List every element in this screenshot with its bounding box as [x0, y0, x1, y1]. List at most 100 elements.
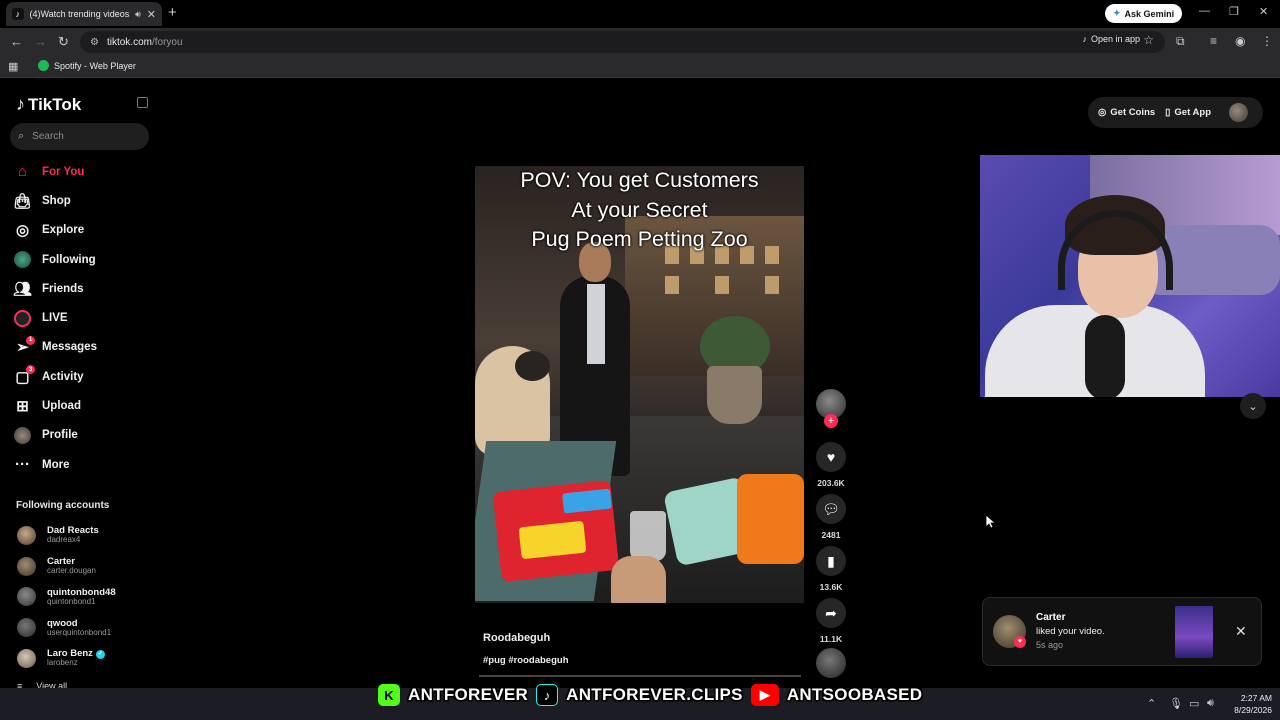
next-video-avatar[interactable] — [816, 648, 846, 678]
video-hashtags[interactable]: #pug #roodabeguh — [483, 655, 569, 666]
send-icon: ➢ 1 — [14, 335, 35, 356]
get-coins-button[interactable]: ◎ Get Coins — [1098, 107, 1155, 118]
extensions-icon[interactable]: ⧉ — [1176, 34, 1185, 49]
sidebar-item-label: Following — [42, 253, 96, 266]
share-action: ➦ 11.1K — [816, 598, 846, 644]
sidebar-item-label: LIVE — [42, 312, 68, 325]
search-box[interactable]: ⌕ — [10, 123, 149, 150]
like-notification[interactable]: ♥ Carter liked your video. 5s ago ✕ — [982, 597, 1262, 666]
kick-icon: K — [378, 684, 400, 706]
avatar — [17, 587, 36, 607]
notification-message: liked your video. — [1036, 626, 1105, 637]
user-avatar[interactable] — [1229, 103, 1248, 122]
sidebar-item-profile[interactable]: Profile — [14, 421, 154, 450]
sidebar-item-messages[interactable]: ➢ 1 Messages — [14, 333, 154, 362]
video-scene-hand — [611, 556, 666, 603]
sidebar-item-for-you[interactable]: ⌂ For You — [14, 157, 154, 186]
site-info-icon[interactable]: ⚙ — [90, 37, 99, 48]
header-actions: ◎ Get Coins ▯ Get App — [1088, 97, 1263, 128]
sidebar-item-explore[interactable]: ◎ Explore — [14, 216, 154, 245]
tiktok-small-icon: ♪ — [1082, 34, 1087, 44]
minimize-icon[interactable]: — — [1199, 5, 1210, 17]
follow-plus-icon[interactable]: + — [824, 414, 838, 428]
sidebar-item-shop[interactable]: 👜︎ Shop — [13, 186, 154, 215]
account-username: userquintonbond1 — [47, 627, 112, 637]
browser-tab[interactable]: ♪ (4)Watch trending videos for you 🔊︎ ✕ — [6, 2, 162, 26]
ask-gemini-button[interactable]: ✦ Ask Gemini — [1105, 4, 1183, 23]
close-tab-icon[interactable]: ✕ — [147, 8, 156, 21]
following-account[interactable]: quintonbond48 quintonbond1 — [17, 582, 157, 613]
close-window-icon[interactable]: ✕ — [1259, 5, 1268, 18]
verified-badge-icon: ✓ — [95, 649, 105, 659]
close-icon[interactable]: ✕ — [1235, 623, 1247, 640]
comment-icon[interactable]: 💬︎ — [816, 494, 846, 524]
spotify-icon — [38, 60, 49, 71]
sidebar-item-label: Shop — [42, 194, 71, 207]
chevron-up-icon[interactable]: ⌃ — [1147, 697, 1156, 710]
tiktok-note-icon: ♪ — [16, 94, 25, 114]
sidebar-item-activity[interactable]: ▢ 3 Activity — [14, 362, 154, 391]
sidebar-item-label: Explore — [42, 224, 85, 237]
restore-icon[interactable]: ❐ — [1229, 5, 1239, 18]
video-author[interactable]: Roodabeguh — [483, 632, 550, 644]
account-username: larobenz — [47, 658, 78, 668]
tiktok-handle: ANTFOREVER.CLIPS — [566, 685, 743, 704]
url-domain: tiktok.com — [106, 36, 152, 48]
share-icon[interactable]: ➦ — [816, 598, 846, 628]
next-video-chevron-icon[interactable]: ⌄ — [1240, 393, 1266, 419]
new-tab-icon[interactable]: + — [168, 4, 177, 21]
tiktok-logo[interactable]: ♪ TikTok — [16, 94, 81, 115]
share-count: 11.1K — [819, 634, 843, 644]
get-app-button[interactable]: ▯ Get App — [1165, 107, 1211, 118]
back-icon[interactable]: ← — [10, 34, 23, 49]
following-account[interactable]: Carter carter.dougan — [17, 551, 157, 582]
stream-social-banner: K ANTFOREVER ♪ ANTFOREVER.CLIPS ▶ ANTSOO… — [378, 682, 922, 708]
save-action: ▮ 13.6K — [816, 546, 846, 592]
media-controls-icon[interactable]: ≡ — [1210, 34, 1217, 48]
heart-icon[interactable]: ♥ — [816, 442, 846, 472]
microphone-icon[interactable]: 🎙︎ — [1169, 697, 1183, 710]
sidebar-item-live[interactable]: LIVE — [14, 303, 154, 332]
bookmark-icon[interactable]: ▮ — [816, 546, 846, 576]
video-scene-window — [715, 276, 729, 294]
following-account[interactable]: Laro Benz ✓ larobenz — [17, 643, 157, 674]
url-text[interactable]: tiktok.com/foryou — [107, 37, 183, 48]
speaker-icon[interactable]: 🔊︎ — [135, 9, 141, 20]
sidebar-item-upload[interactable]: ⊞ Upload — [14, 391, 154, 420]
omnibox[interactable]: ⚙ tiktok.com/foryou — [80, 31, 1165, 53]
plus-square-icon: ⊞ — [16, 398, 29, 416]
reload-icon[interactable]: ↻ — [58, 34, 69, 50]
forward-icon[interactable]: → — [34, 34, 47, 49]
following-account[interactable]: qwood userquintonbond1 — [17, 612, 157, 643]
bookmark-star-icon[interactable]: ☆ — [1143, 33, 1154, 47]
search-input[interactable] — [32, 131, 133, 142]
avatar — [17, 525, 36, 545]
phone-icon: ▯ — [1165, 107, 1171, 118]
browser-menu-icon[interactable]: ⋮ — [1261, 34, 1273, 48]
network-icon[interactable]: ▭ — [1189, 697, 1199, 710]
logo-text: TikTok — [28, 94, 82, 114]
profile-icon[interactable]: ◉ — [1235, 34, 1245, 48]
following-accounts-list: Dad Reacts dadreax4 Carter carter.dougan q… — [17, 520, 157, 674]
get-coins-label: Get Coins — [1110, 107, 1156, 118]
open-in-app-button[interactable]: ♪ Open in app — [1082, 34, 1140, 44]
ask-gemini-label: Ask Gemini — [1124, 8, 1175, 19]
streamer-webcam — [980, 155, 1280, 397]
bookmark-spotify[interactable]: Spotify - Web Player — [38, 60, 136, 71]
apps-grid-icon[interactable]: ▦ — [8, 60, 18, 73]
following-account[interactable]: Dad Reacts dadreax4 — [17, 520, 157, 551]
url-path: /foryou — [151, 36, 183, 48]
system-clock[interactable]: 2:27 AM 8/29/2026 — [1222, 692, 1272, 716]
sidebar-item-more[interactable]: ··· More — [14, 450, 154, 479]
sidebar-item-friends[interactable]: 👥︎ Friends — [13, 274, 154, 303]
volume-icon[interactable]: 🔊︎ — [1207, 697, 1214, 710]
sidebar-item-following[interactable]: Following — [14, 245, 154, 274]
notification-time: 5s ago — [1036, 640, 1064, 650]
collapse-sidebar-icon[interactable] — [137, 97, 148, 108]
clock-time: 2:27 AM — [1240, 693, 1272, 703]
bookmarks-bar: ▦ Spotify - Web Player — [0, 56, 1280, 78]
video-progress-bar[interactable] — [479, 675, 801, 677]
activity-badge: 3 — [26, 365, 35, 375]
clock-date: 8/29/2026 — [1234, 705, 1272, 715]
video-player[interactable]: POV: You get Customers At your Secret Pu… — [475, 166, 804, 603]
